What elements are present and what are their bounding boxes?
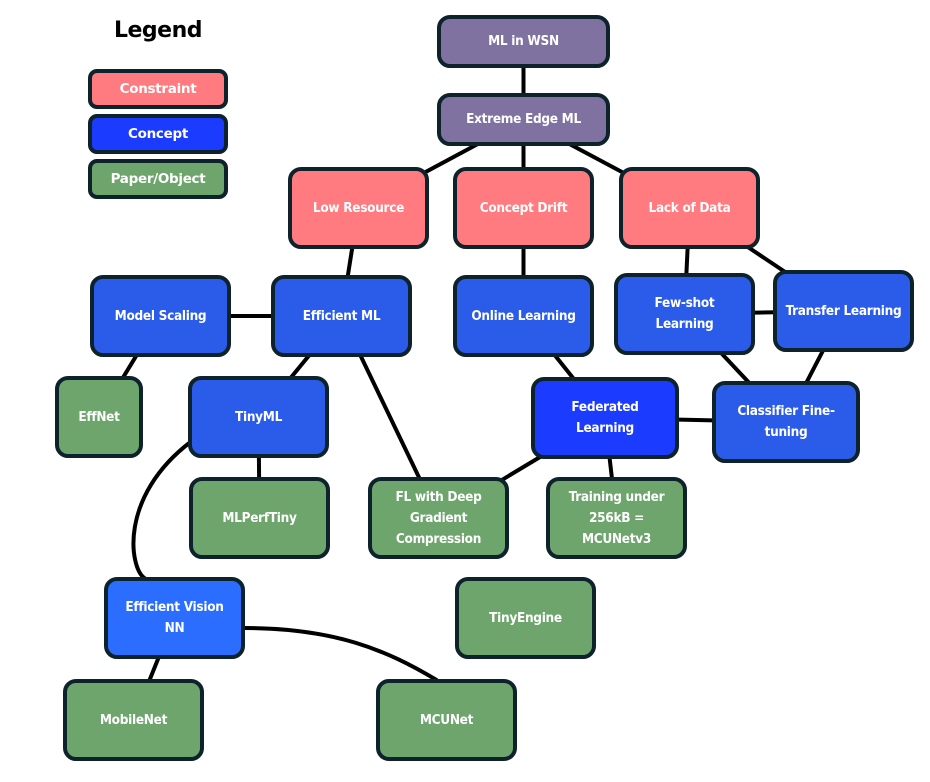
legend-item-concept: Concept — [88, 114, 228, 154]
node-low-resource[interactable]: Low Resource — [288, 167, 429, 249]
node-label: MLPerfTiny — [222, 509, 297, 526]
node-label: Federated Learning — [571, 399, 639, 436]
node-label: Transfer Learning — [785, 302, 902, 319]
edge-tinyml-to-efficient-vision-nn — [131, 440, 193, 580]
node-efficient-vision-nn[interactable]: Efficient Vision NN — [104, 577, 245, 659]
node-ml-in-wsn[interactable]: ML in WSN — [437, 15, 610, 68]
node-few-shot-learning[interactable]: Few-shot Learning — [614, 273, 755, 355]
node-mcunet[interactable]: MCUNet — [376, 679, 517, 761]
node-extreme-edge-ml[interactable]: Extreme Edge ML — [437, 93, 610, 146]
node-online-learning[interactable]: Online Learning — [453, 275, 594, 357]
node-label: Training under 256kB = MCUNetv3 — [568, 488, 665, 547]
node-label: Efficient ML — [302, 307, 381, 324]
node-tinyml[interactable]: TinyML — [188, 376, 329, 458]
node-label: TinyEngine — [489, 609, 562, 626]
node-label: EffNet — [78, 408, 120, 425]
node-classifier-fine-tuning[interactable]: Classifier Fine-tuning — [712, 381, 860, 463]
node-label: ML in WSN — [488, 33, 559, 49]
node-label: Few-shot Learning — [654, 295, 715, 332]
node-label: Low Resource — [312, 199, 405, 216]
node-effnet[interactable]: EffNet — [55, 376, 143, 458]
node-label: Extreme Edge ML — [466, 111, 581, 127]
node-lack-of-data[interactable]: Lack of Data — [619, 167, 760, 249]
node-label: MCUNet — [419, 711, 474, 728]
node-model-scaling[interactable]: Model Scaling — [90, 275, 231, 357]
node-training-under-256kb[interactable]: Training under 256kB = MCUNetv3 — [546, 477, 687, 559]
node-label: FL with Deep Gradient Compression — [395, 488, 482, 547]
node-efficient-ml[interactable]: Efficient ML — [271, 275, 412, 357]
node-label: Concept Drift — [479, 199, 568, 216]
legend-title: Legend — [113, 18, 203, 43]
node-tinyengine[interactable]: TinyEngine — [455, 577, 596, 659]
node-fl-deep-gradient-compression[interactable]: FL with Deep Gradient Compression — [368, 477, 509, 559]
node-label: Online Learning — [471, 307, 576, 324]
node-label: TinyML — [234, 408, 283, 425]
node-federated-learning[interactable]: Federated Learning — [531, 377, 679, 459]
node-label: Lack of Data — [648, 199, 731, 216]
edge-efficient-vision-nn-to-mcunet — [242, 626, 439, 682]
legend-item-paper-object: Paper/Object — [88, 159, 228, 199]
legend-item-constraint: Constraint — [88, 69, 228, 109]
node-transfer-learning[interactable]: Transfer Learning — [773, 270, 914, 352]
node-label: Efficient Vision NN — [125, 599, 224, 636]
node-concept-drift[interactable]: Concept Drift — [453, 167, 594, 249]
node-mlperftiny[interactable]: MLPerfTiny — [189, 477, 330, 559]
node-label: Model Scaling — [114, 307, 207, 324]
node-label: Classifier Fine-tuning — [737, 403, 835, 440]
node-label: MobileNet — [99, 711, 168, 728]
node-mobilenet[interactable]: MobileNet — [63, 679, 204, 761]
